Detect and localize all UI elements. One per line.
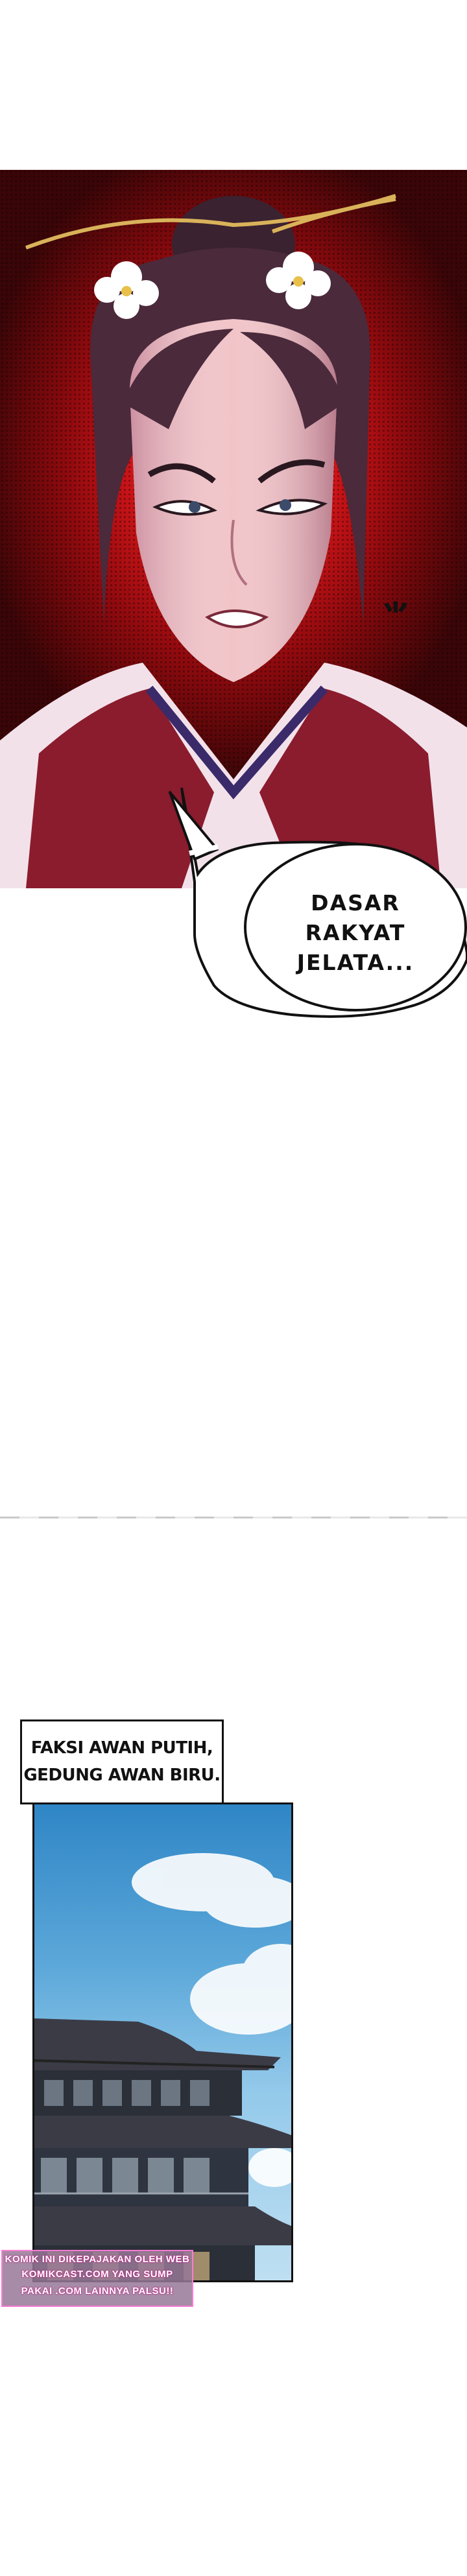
sfx-mark: ⺌ bbox=[383, 600, 409, 630]
scene-divider bbox=[0, 1517, 467, 1518]
watermark-line-3: PAKAI .COM LAINNYA PALSU!! bbox=[21, 2286, 174, 2297]
building-illustration bbox=[34, 1853, 291, 2280]
woman-illustration: ⺌ bbox=[0, 194, 467, 888]
panel-blue-cloud-building bbox=[32, 1802, 293, 2282]
caption-line-2: GEDUNG AWAN BIRU. bbox=[23, 1766, 221, 1785]
speech-line-1: DASAR bbox=[311, 890, 400, 916]
watermark: KOMIK INI DIKEPAJAKAN OLEH WEB KOMIKCAST… bbox=[1, 2250, 193, 2307]
watermark-line-1: KOMIK INI DIKEPAJAKAN OLEH WEB bbox=[5, 2254, 190, 2265]
speech-line-2: RAKYAT bbox=[305, 920, 406, 945]
roof-middle bbox=[34, 2116, 291, 2148]
location-caption: FAKSI AWAN PUTIH, GEDUNG AWAN BIRU. bbox=[20, 1719, 224, 1804]
caption-line-1: FAKSI AWAN PUTIH, bbox=[30, 1738, 213, 1758]
speech-line-3: JELATA... bbox=[296, 950, 414, 975]
roof-bottom bbox=[34, 2206, 291, 2245]
watermark-line-2: KOMIKCAST.COM YANG SUMP bbox=[21, 2269, 173, 2280]
hairpin-right bbox=[272, 197, 396, 233]
panel-angry-woman: ⺌ bbox=[0, 170, 467, 888]
